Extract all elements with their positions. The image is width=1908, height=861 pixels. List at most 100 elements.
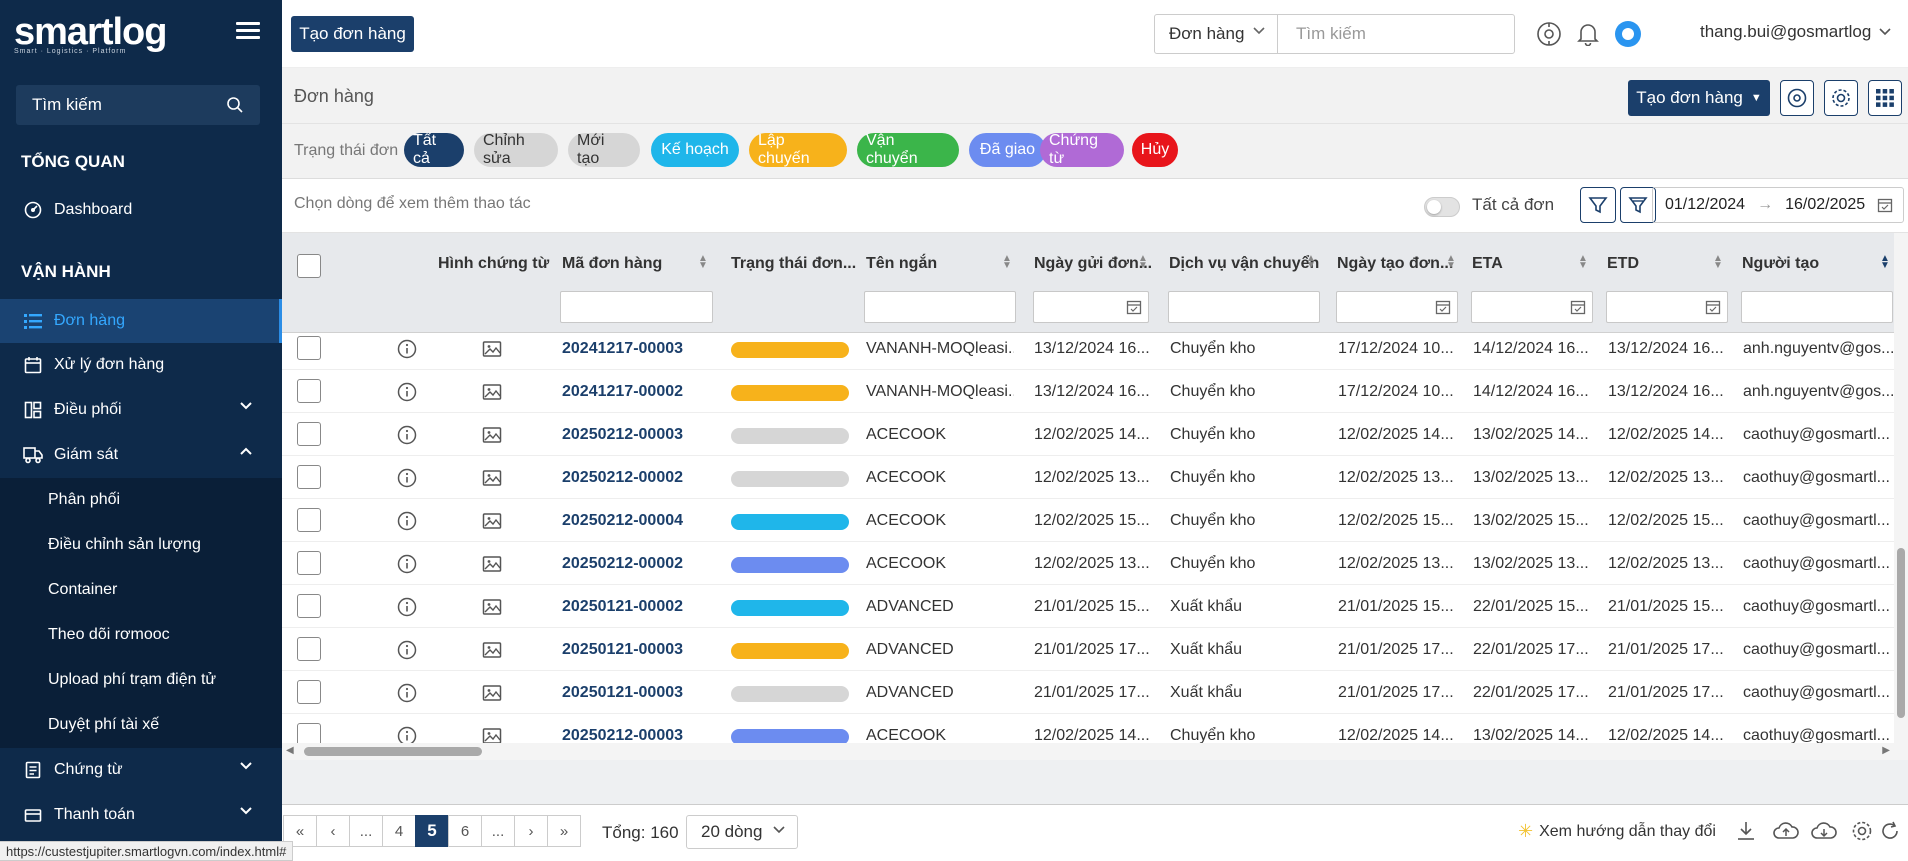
page-button[interactable]: 6 (448, 815, 482, 847)
submenu-item-upload-toll-fee[interactable]: Upload phí trạm điện tử (48, 671, 216, 689)
filter-creator[interactable] (1741, 291, 1893, 323)
image-icon[interactable] (481, 510, 503, 532)
col-created-date[interactable]: Ngày tạo đơn... (1337, 255, 1453, 273)
app-grid-button[interactable] (1868, 80, 1902, 116)
page-ellipsis[interactable]: ... (349, 815, 383, 847)
status-chip-new[interactable]: Mới tạo (568, 132, 640, 167)
image-icon[interactable] (481, 381, 503, 403)
table-row[interactable]: 20250212-00004 ACECOOK 12/02/2025 15... Chu… (282, 499, 1894, 542)
submenu-item-container[interactable]: Container (48, 581, 117, 599)
info-icon[interactable] (396, 424, 418, 446)
page-ellipsis[interactable]: ... (481, 815, 515, 847)
row-checkbox[interactable] (297, 680, 321, 704)
col-status[interactable]: Trạng thái đơn... (731, 255, 856, 273)
info-icon[interactable] (396, 467, 418, 489)
table-row[interactable]: 20250212-00002 ACECOOK 12/02/2025 13... Chu… (282, 542, 1894, 585)
cloud-download-icon[interactable] (1810, 819, 1838, 843)
col-etd[interactable]: ETD (1607, 255, 1639, 273)
order-code-link[interactable]: 20250212-00002 (562, 555, 712, 573)
vertical-scrollbar[interactable] (1894, 233, 1908, 760)
image-icon[interactable] (481, 338, 503, 360)
info-icon[interactable] (396, 596, 418, 618)
row-checkbox[interactable] (297, 465, 321, 489)
filter-created-date[interactable] (1336, 291, 1458, 323)
sort-icon[interactable]: ▲ ▼ (1138, 254, 1148, 271)
sidebar-item-monitoring[interactable]: Giám sát (0, 433, 282, 477)
sort-icon[interactable]: ▲ ▼ (1446, 254, 1456, 271)
table-row[interactable]: 20250121-00002 ADVANCED 21/01/2025 15... Xu… (282, 585, 1894, 628)
cloud-upload-icon[interactable] (1772, 819, 1800, 843)
sidebar-item-order-processing[interactable]: Xử lý đơn hàng (0, 343, 282, 387)
status-chip-planning[interactable]: Kế hoạch (651, 133, 739, 167)
notification-bell-icon[interactable] (1574, 20, 1602, 48)
table-row[interactable]: 20250212-00003 ACECOOK 12/02/2025 14... Chu… (282, 413, 1894, 456)
info-icon[interactable] (396, 639, 418, 661)
submenu-item-trailer-tracking[interactable]: Theo dõi rơmooc (48, 626, 170, 644)
image-icon[interactable] (481, 682, 503, 704)
order-code-link[interactable]: 20250212-00003 (562, 727, 712, 743)
horizontal-scroll-thumb[interactable] (304, 747, 482, 756)
date-range-picker[interactable]: 01/12/2024 → 16/02/2025 (1652, 187, 1904, 223)
table-row[interactable]: 20250121-00003 ADVANCED 21/01/2025 17... Xu… (282, 628, 1894, 671)
row-checkbox[interactable] (297, 594, 321, 618)
download-icon[interactable] (1734, 819, 1758, 843)
sort-icon[interactable]: ▲ ▼ (1002, 254, 1012, 271)
info-icon[interactable] (396, 381, 418, 403)
sort-icon[interactable]: ▲ ▼ (1713, 254, 1723, 271)
filter-eta[interactable] (1471, 291, 1593, 323)
filter-etd[interactable] (1606, 291, 1728, 323)
order-code-link[interactable]: 20250212-00003 (562, 426, 712, 444)
row-checkbox[interactable] (297, 422, 321, 446)
prev-page-button[interactable]: ‹ (316, 815, 350, 847)
table-row[interactable]: 20250212-00003 ACECOOK 12/02/2025 14... Chu… (282, 714, 1894, 743)
filter-order-code[interactable] (560, 291, 713, 323)
status-chip-documents[interactable]: Chứng từ (1040, 132, 1124, 167)
sidebar-item-dispatch[interactable]: Điều phối (0, 388, 282, 432)
submenu-item-distribution[interactable]: Phân phối (48, 491, 120, 509)
row-checkbox[interactable] (297, 723, 321, 743)
filter-button[interactable] (1580, 187, 1616, 223)
sort-desc-icon[interactable]: ▲ ▼ (1880, 254, 1890, 271)
status-chip-trip-building[interactable]: Lập chuyến (749, 132, 847, 167)
last-page-button[interactable]: » (547, 815, 581, 847)
smartlog-logo[interactable]: smartlog Smart · Logistics · Platform (14, 12, 174, 58)
sidebar-item-orders[interactable]: Đơn hàng (0, 299, 282, 343)
global-search-input[interactable]: Tìm kiếm (1277, 14, 1515, 54)
sidebar-item-payment[interactable]: Thanh toán (0, 793, 282, 837)
submenu-item-driver-fee-approval[interactable]: Duyệt phí tài xế (48, 716, 159, 734)
info-icon[interactable] (396, 338, 418, 360)
status-chip-editing[interactable]: Chỉnh sửa (474, 132, 558, 167)
image-icon[interactable] (481, 553, 503, 575)
info-icon[interactable] (396, 510, 418, 532)
current-page-button[interactable]: 5 (415, 815, 449, 847)
sort-icon[interactable]: ▲ ▼ (698, 254, 708, 271)
order-code-link[interactable]: 20241217-00003 (562, 340, 712, 358)
image-icon[interactable] (481, 467, 503, 489)
scroll-right-icon[interactable]: ▶ (1882, 745, 1890, 756)
table-row[interactable]: 20250212-00002 ACECOOK 12/02/2025 13... Chu… (282, 456, 1894, 499)
gear-icon[interactable] (1850, 819, 1874, 843)
row-checkbox[interactable] (297, 551, 321, 575)
order-code-link[interactable]: 20250121-00002 (562, 598, 712, 616)
order-code-link[interactable]: 20250212-00004 (562, 512, 712, 530)
info-icon[interactable] (396, 725, 418, 743)
col-order-code[interactable]: Mã đơn hàng (562, 255, 662, 273)
settings-button[interactable] (1824, 80, 1858, 116)
row-checkbox[interactable] (297, 379, 321, 403)
col-creator[interactable]: Người tạo (1742, 255, 1819, 273)
change-guide-link[interactable]: ✳ Xem hướng dẫn thay đổi (1518, 821, 1716, 842)
sidebar-item-dashboard[interactable]: Dashboard (0, 188, 282, 232)
filter-service[interactable] (1168, 291, 1320, 323)
menu-toggle-icon[interactable] (236, 22, 260, 42)
col-service[interactable]: Dịch vụ vận chuyển (1169, 255, 1319, 273)
next-page-button[interactable]: › (514, 815, 548, 847)
row-checkbox[interactable] (297, 637, 321, 661)
sync-settings-button[interactable] (1780, 80, 1814, 116)
order-code-link[interactable]: 20241217-00002 (562, 383, 712, 401)
sidebar-item-documents[interactable]: Chứng từ (0, 748, 282, 792)
order-code-link[interactable]: 20250121-00003 (562, 684, 712, 702)
info-icon[interactable] (396, 553, 418, 575)
create-order-dropdown-button[interactable]: Tạo đơn hàng ▼ (1628, 80, 1770, 116)
image-icon[interactable] (481, 596, 503, 618)
status-chip-delivered[interactable]: Đã giao (969, 133, 1046, 167)
